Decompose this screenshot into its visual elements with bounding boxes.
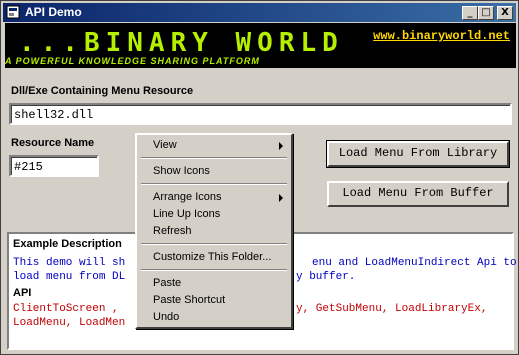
menu-item-arrange-icons[interactable]: Arrange Icons — [139, 189, 289, 206]
menu-item-view-label: View — [153, 139, 177, 151]
api-heading: API — [13, 287, 32, 299]
menu-separator — [141, 157, 287, 159]
title-bar[interactable]: API Demo _ □ X — [3, 3, 516, 22]
menu-item-paste-shortcut[interactable]: Paste Shortcut — [139, 292, 289, 309]
binaryworld-banner: ...BINARY WORLD A POWERFUL KNOWLEDGE SHA… — [5, 23, 516, 68]
description-title: Example Description — [13, 238, 122, 250]
description-line-2b: y buffer. — [296, 271, 356, 283]
menu-item-paste[interactable]: Paste — [139, 275, 289, 292]
maximize-button[interactable]: □ — [478, 6, 494, 20]
banner-logo: ...BINARY WORLD — [19, 28, 344, 58]
menu-item-refresh[interactable]: Refresh — [139, 223, 289, 240]
menu-item-show-icons[interactable]: Show Icons — [139, 163, 289, 180]
dll-label: Dll/Exe Containing Menu Resource — [11, 85, 194, 97]
app-window: API Demo _ □ X ...BINARY WORLD A POWERFU… — [0, 0, 519, 355]
window-title: API Demo — [25, 5, 82, 19]
menu-separator — [141, 183, 287, 185]
minimize-button[interactable]: _ — [462, 6, 478, 20]
load-menu-from-buffer-button[interactable]: Load Menu From Buffer — [327, 181, 509, 207]
app-icon — [6, 5, 20, 19]
api-line-2a: LoadMenu, LoadMen — [13, 317, 126, 329]
api-line-1b: y, GetSubMenu, LoadLibraryEx, — [296, 303, 488, 315]
menu-item-line-up-icons[interactable]: Line Up Icons — [139, 206, 289, 223]
banner-tagline: A POWERFUL KNOWLEDGE SHARING PLATFORM — [5, 56, 260, 66]
dll-path-input[interactable]: shell32.dll — [9, 103, 512, 125]
load-menu-from-library-button[interactable]: Load Menu From Library — [326, 140, 510, 168]
menu-item-undo[interactable]: Undo — [139, 309, 289, 326]
api-line-1a: ClientToScreen , — [13, 303, 119, 315]
resource-name-label: Resource Name — [11, 137, 95, 149]
resource-name-input[interactable]: #215 — [9, 155, 99, 177]
submenu-arrow-icon — [279, 194, 283, 202]
description-line-1b: enu and LoadMenuIndirect Api to — [312, 257, 517, 269]
menu-item-arrange-icons-label: Arrange Icons — [153, 191, 222, 203]
submenu-arrow-icon — [279, 142, 283, 150]
banner-url-link[interactable]: www.binaryworld.net — [373, 29, 510, 43]
menu-item-customize-folder[interactable]: Customize This Folder... — [139, 249, 289, 266]
menu-separator — [141, 269, 287, 271]
context-menu: View Show Icons Arrange Icons Line Up Ic… — [135, 133, 293, 329]
menu-separator — [141, 243, 287, 245]
menu-item-view[interactable]: View — [139, 137, 289, 154]
description-line-1a: This demo will sh — [13, 257, 126, 269]
description-line-2a: load menu from DL — [13, 271, 126, 283]
close-button[interactable]: X — [497, 6, 513, 20]
